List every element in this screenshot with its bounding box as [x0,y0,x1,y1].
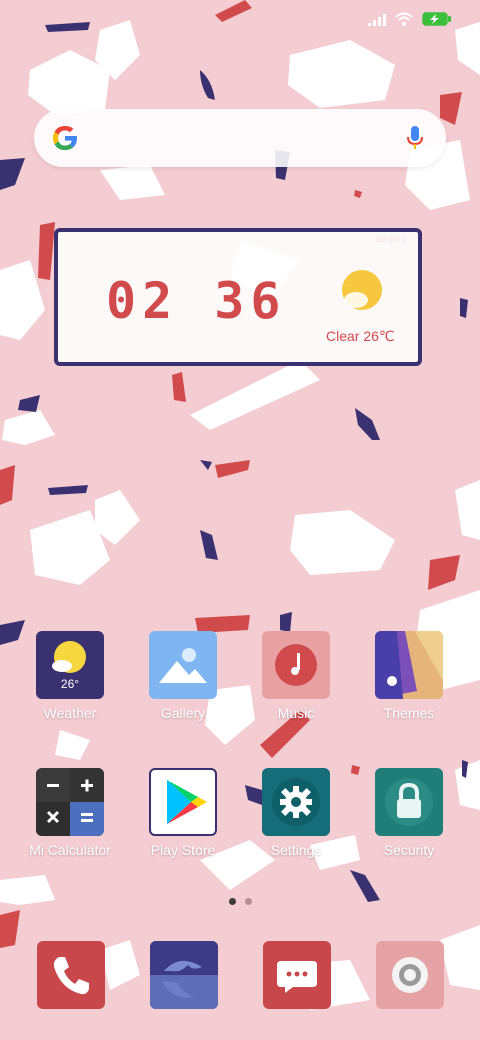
page-dot-active [229,898,236,905]
camera-icon [376,957,444,1009]
settings-icon [262,768,330,836]
city-label: Beijing [375,234,406,245]
weather-condition: Clear 26℃ [326,328,395,344]
app-label: Music [277,705,315,721]
clock-weather-widget[interactable]: Beijing 02 36 Clear 26℃ [54,228,422,366]
app-label: Gallery [160,705,206,721]
dock-camera[interactable] [376,941,444,1009]
weather-icon: 26° [36,631,104,699]
gallery-icon [149,631,217,699]
app-gallery[interactable]: Gallery [127,631,239,721]
clock-time: 02 36 [106,272,287,330]
microphone-icon[interactable] [406,125,424,156]
calculator-icon [36,768,104,836]
google-search-bar[interactable] [34,109,446,167]
app-weather[interactable]: 26° Weather [14,631,126,721]
dock-browser[interactable] [150,941,218,1009]
themes-icon [375,631,443,699]
app-label: Settings [270,842,322,858]
page-dot[interactable] [245,898,252,905]
app-label: Themes [383,705,435,721]
weather-temp-badge: 26° [60,677,80,691]
google-logo [50,123,80,158]
app-play-store[interactable]: Play Store [127,768,239,858]
page-indicator [0,897,480,907]
signal-icon [368,13,386,31]
browser-icon [150,941,218,1009]
battery-charging-icon [422,12,452,31]
app-label: Weather [43,705,97,721]
sun-icon [338,268,390,321]
messages-icon [263,961,331,1009]
app-music[interactable]: Music [240,631,352,721]
wifi-icon [395,12,413,31]
play-store-icon [149,768,217,836]
app-mi-calculator[interactable]: Mi Calculator [14,768,126,858]
dock-phone[interactable] [37,941,105,1009]
music-icon [262,631,330,699]
status-bar [0,0,480,44]
app-themes[interactable]: Themes [353,631,465,721]
security-icon [375,768,443,836]
app-label: Play Store [150,842,216,858]
app-security[interactable]: Security [353,768,465,858]
dock-messages[interactable] [263,941,331,1009]
app-label: Security [383,842,435,858]
phone-icon [37,957,105,1009]
app-label: Mi Calculator [29,842,111,858]
app-settings[interactable]: Settings [240,768,352,858]
